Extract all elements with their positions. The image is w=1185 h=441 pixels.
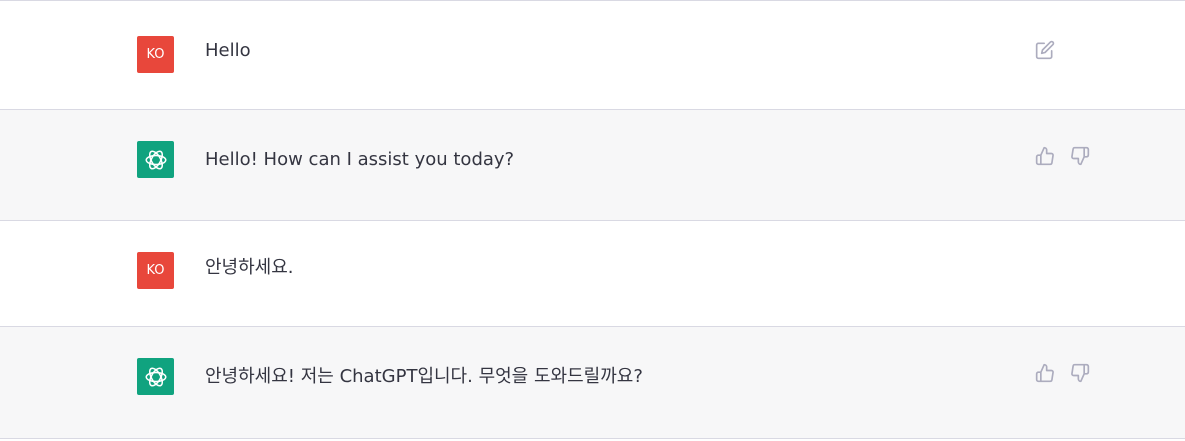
edit-button[interactable] <box>1034 39 1055 60</box>
user-message: KO Hello <box>0 1 1185 110</box>
message-text: 안녕하세요. <box>205 257 294 278</box>
message-actions <box>1034 362 1090 383</box>
thumbs-down-button[interactable] <box>1069 145 1090 166</box>
assistant-message: 안녕하세요! 저는 ChatGPT입니다. 무엇을 도와드릴까요? <box>0 327 1185 439</box>
message-actions <box>1034 39 1055 60</box>
thumbs-up-icon <box>1035 146 1054 165</box>
message-text: Hello! How can I assist you today? <box>205 149 515 170</box>
thumbs-up-icon <box>1035 363 1054 382</box>
user-avatar-initials: KO <box>146 47 165 62</box>
thumbs-up-button[interactable] <box>1034 145 1055 166</box>
assistant-avatar <box>137 358 174 395</box>
thumbs-up-button[interactable] <box>1034 362 1055 383</box>
thumbs-down-button[interactable] <box>1069 362 1090 383</box>
openai-logo-icon <box>144 149 167 170</box>
assistant-avatar <box>137 141 174 178</box>
message-text: Hello <box>205 40 251 61</box>
user-avatar: KO <box>137 36 174 73</box>
openai-logo-icon <box>144 366 167 387</box>
user-avatar-initials: KO <box>146 263 165 278</box>
chat-thread: KO Hello Hello! How can I assist you tod… <box>0 0 1185 441</box>
user-message: KO 안녕하세요. <box>0 221 1185 327</box>
thumbs-down-icon <box>1070 363 1089 382</box>
message-actions <box>1034 145 1090 166</box>
message-text: 안녕하세요! 저는 ChatGPT입니다. 무엇을 도와드릴까요? <box>205 366 643 387</box>
assistant-message: Hello! How can I assist you today? <box>0 110 1185 221</box>
thumbs-down-icon <box>1070 146 1089 165</box>
edit-icon <box>1035 40 1054 59</box>
user-avatar: KO <box>137 252 174 289</box>
